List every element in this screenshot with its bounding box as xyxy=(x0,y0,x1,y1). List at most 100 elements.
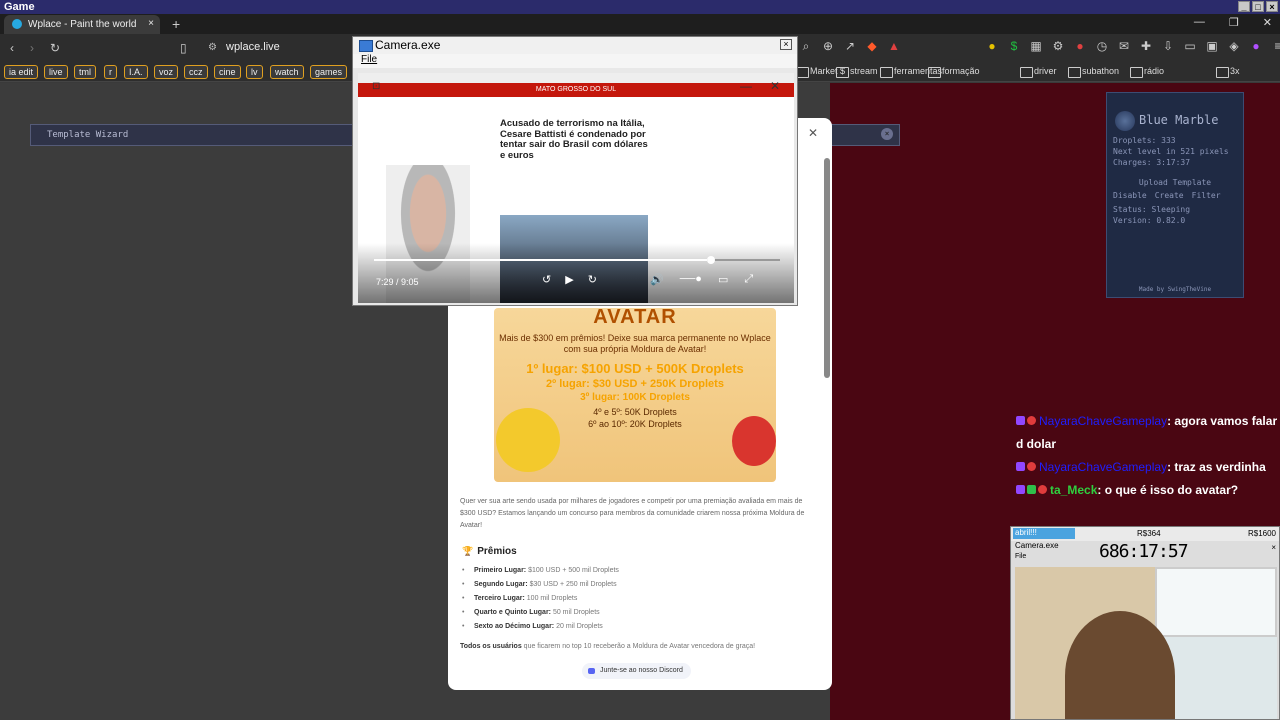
rewards-icon[interactable]: ▲ xyxy=(888,40,900,52)
prize-3: 3º lugar: 100K Droplets xyxy=(580,392,690,403)
prizes-heading: Prêmios xyxy=(462,546,516,557)
playback-controls: ↺ ▶ ↻ xyxy=(542,273,597,286)
captions-icon[interactable]: ▭ xyxy=(718,273,728,286)
progress-knob[interactable] xyxy=(706,256,715,264)
fullscreen-icon[interactable]: ⤢ xyxy=(744,273,753,286)
bookmark-folder[interactable]: 3x xyxy=(1214,65,1244,79)
footnote-text: que ficarem no top 10 receberão a Moldur… xyxy=(523,643,756,650)
tab-close-icon[interactable]: × xyxy=(148,18,154,29)
modal-close-icon[interactable]: ✕ xyxy=(808,126,818,140)
brave-shield-icon[interactable]: ◆ xyxy=(866,40,878,52)
back-icon[interactable]: ‹ xyxy=(10,41,14,55)
prize-reward: 20 mil Droplets xyxy=(556,623,603,630)
bookmark-folder[interactable]: formação xyxy=(926,65,984,79)
browser-tab[interactable]: Wplace - Paint the world × xyxy=(4,15,160,34)
reload-icon[interactable]: ↻ xyxy=(50,41,60,55)
extension-gear-icon[interactable]: ⚙ xyxy=(1052,40,1064,52)
bookmark-folder[interactable]: stream xyxy=(834,65,882,79)
bookmark-folder[interactable]: driver xyxy=(1018,65,1061,79)
modal-scrollbar[interactable] xyxy=(824,158,830,378)
volume-slider[interactable]: ──● xyxy=(680,273,702,286)
goal-label: abril!!! xyxy=(1013,528,1075,539)
chat-username: NayaraChaveGameplay xyxy=(1039,414,1168,428)
camera-close-icon[interactable]: × xyxy=(780,39,792,50)
viewer-badge-icon xyxy=(1027,462,1036,471)
extension-bulb-icon[interactable]: ● xyxy=(986,40,998,52)
bookmark-chip[interactable]: live xyxy=(44,65,68,79)
video-time: 7:29 / 9:05 xyxy=(376,277,419,287)
blue-marble-logo-icon xyxy=(1115,111,1135,131)
window-title: Game xyxy=(4,1,35,13)
video-close-icon[interactable]: ✕ xyxy=(770,79,780,93)
wallet-icon[interactable]: ▣ xyxy=(1206,40,1218,52)
video-progress-bar[interactable] xyxy=(374,256,780,264)
list-item: Segundo Lugar: $30 USD + 250 mil Droplet… xyxy=(460,581,619,595)
viewer-badge-icon xyxy=(1027,416,1036,425)
wizard-close-icon[interactable]: × xyxy=(881,128,893,140)
extension-money-icon[interactable]: $ xyxy=(1008,40,1020,52)
new-tab-icon[interactable]: + xyxy=(172,16,180,32)
volume-icon[interactable]: 🔊 xyxy=(650,273,664,286)
bookmark-chip[interactable]: voz xyxy=(154,65,179,79)
bookmark-chip[interactable]: tml xyxy=(74,65,96,79)
bookmark-chip[interactable]: watch xyxy=(270,65,304,79)
menu-icon[interactable]: ≡ xyxy=(1272,40,1280,52)
translate-icon[interactable]: ⌕ xyxy=(800,40,812,52)
bookmark-chip[interactable]: cine xyxy=(214,65,241,79)
vpn-icon[interactable]: ◈ xyxy=(1228,40,1240,52)
filter-button[interactable]: Filter xyxy=(1192,191,1221,200)
browser-minimize-icon[interactable]: — xyxy=(1194,16,1205,29)
bookmark-chip[interactable]: ccz xyxy=(184,65,208,79)
extension-clock-icon[interactable]: ◷ xyxy=(1096,40,1108,52)
small-cam-close-icon[interactable]: × xyxy=(1271,543,1276,552)
bookmark-chip[interactable]: ia edit xyxy=(4,65,39,79)
maximize-button[interactable]: □ xyxy=(1252,1,1264,12)
extension-download-icon[interactable]: ⇩ xyxy=(1162,40,1174,52)
browser-window-controls: — ❐ ✕ xyxy=(1194,16,1272,29)
sidebar-icon[interactable]: ▭ xyxy=(1184,40,1196,52)
disable-button[interactable]: Disable xyxy=(1113,191,1147,200)
footnote-bold: Todos os usuários xyxy=(460,643,522,650)
browser-restore-icon[interactable]: ❐ xyxy=(1229,16,1239,29)
extension-record-icon[interactable]: ● xyxy=(1074,40,1086,52)
bookmark-folder[interactable]: subathon xyxy=(1066,65,1123,79)
address-bar[interactable]: ⚙ wplace.live xyxy=(200,39,350,57)
minimize-button[interactable]: _ xyxy=(1238,1,1250,12)
bookmark-chip[interactable]: r xyxy=(104,65,117,79)
play-icon[interactable]: ▶ xyxy=(565,273,573,286)
bookmark-chip[interactable]: I.A. xyxy=(124,65,148,79)
bookmark-chip[interactable]: games xyxy=(310,65,348,79)
extension-mail-icon[interactable]: ✉ xyxy=(1118,40,1130,52)
zoom-icon[interactable]: ⊕ xyxy=(822,40,834,52)
prize-reward: $30 USD + 250 mil Droplets xyxy=(529,581,617,588)
video-minimize-icon[interactable]: — xyxy=(740,79,752,93)
upload-template-button[interactable]: Upload Template xyxy=(1113,178,1237,187)
extension-puzzle-icon[interactable]: ✚ xyxy=(1140,40,1152,52)
streamer-camera-window[interactable]: abril!!! R$364 R$1600 Camera.exe 686:17:… xyxy=(1010,526,1280,720)
site-info-icon[interactable]: ⚙ xyxy=(208,42,217,53)
file-menu[interactable]: File xyxy=(353,54,797,68)
extension-grid-icon[interactable]: ▦ xyxy=(1030,40,1042,52)
leo-icon[interactable]: ● xyxy=(1250,40,1262,52)
goal-current: R$364 xyxy=(1137,529,1161,538)
video-window-controls: — ✕ xyxy=(740,79,780,93)
rewind-icon[interactable]: ↺ xyxy=(542,273,551,286)
status-text: Status: Sleeping xyxy=(1113,205,1191,214)
tab-title: Wplace - Paint the world xyxy=(28,19,137,30)
create-button[interactable]: Create xyxy=(1155,191,1184,200)
forward-icon[interactable]: ↻ xyxy=(588,273,597,286)
chat-overlay: NayaraChaveGameplay: agora vamos falar d… xyxy=(1016,410,1278,502)
video-player[interactable]: MATO GROSSO DO SUL ⊡ — ✕ Acusado de terr… xyxy=(358,73,794,303)
camera-window[interactable]: Camera.exe × File MATO GROSSO DO SUL ⊡ —… xyxy=(352,36,798,306)
bookmark-chip[interactable]: lv xyxy=(246,65,263,79)
video-urlbar xyxy=(358,73,794,83)
forward-icon[interactable]: › xyxy=(30,41,34,55)
close-button[interactable]: × xyxy=(1266,1,1278,12)
browser-close-icon[interactable]: ✕ xyxy=(1263,16,1272,29)
bookmark-icon[interactable]: ▯ xyxy=(180,41,187,55)
video-right-controls: 🔊 ──● ▭ ⤢ xyxy=(650,273,753,286)
discord-button[interactable]: Junte-se ao nosso Discord xyxy=(582,663,691,679)
bookmark-folder[interactable]: rádio xyxy=(1128,65,1168,79)
screenshot-icon[interactable]: ⊡ xyxy=(372,81,380,92)
share-icon[interactable]: ↗ xyxy=(844,40,856,52)
